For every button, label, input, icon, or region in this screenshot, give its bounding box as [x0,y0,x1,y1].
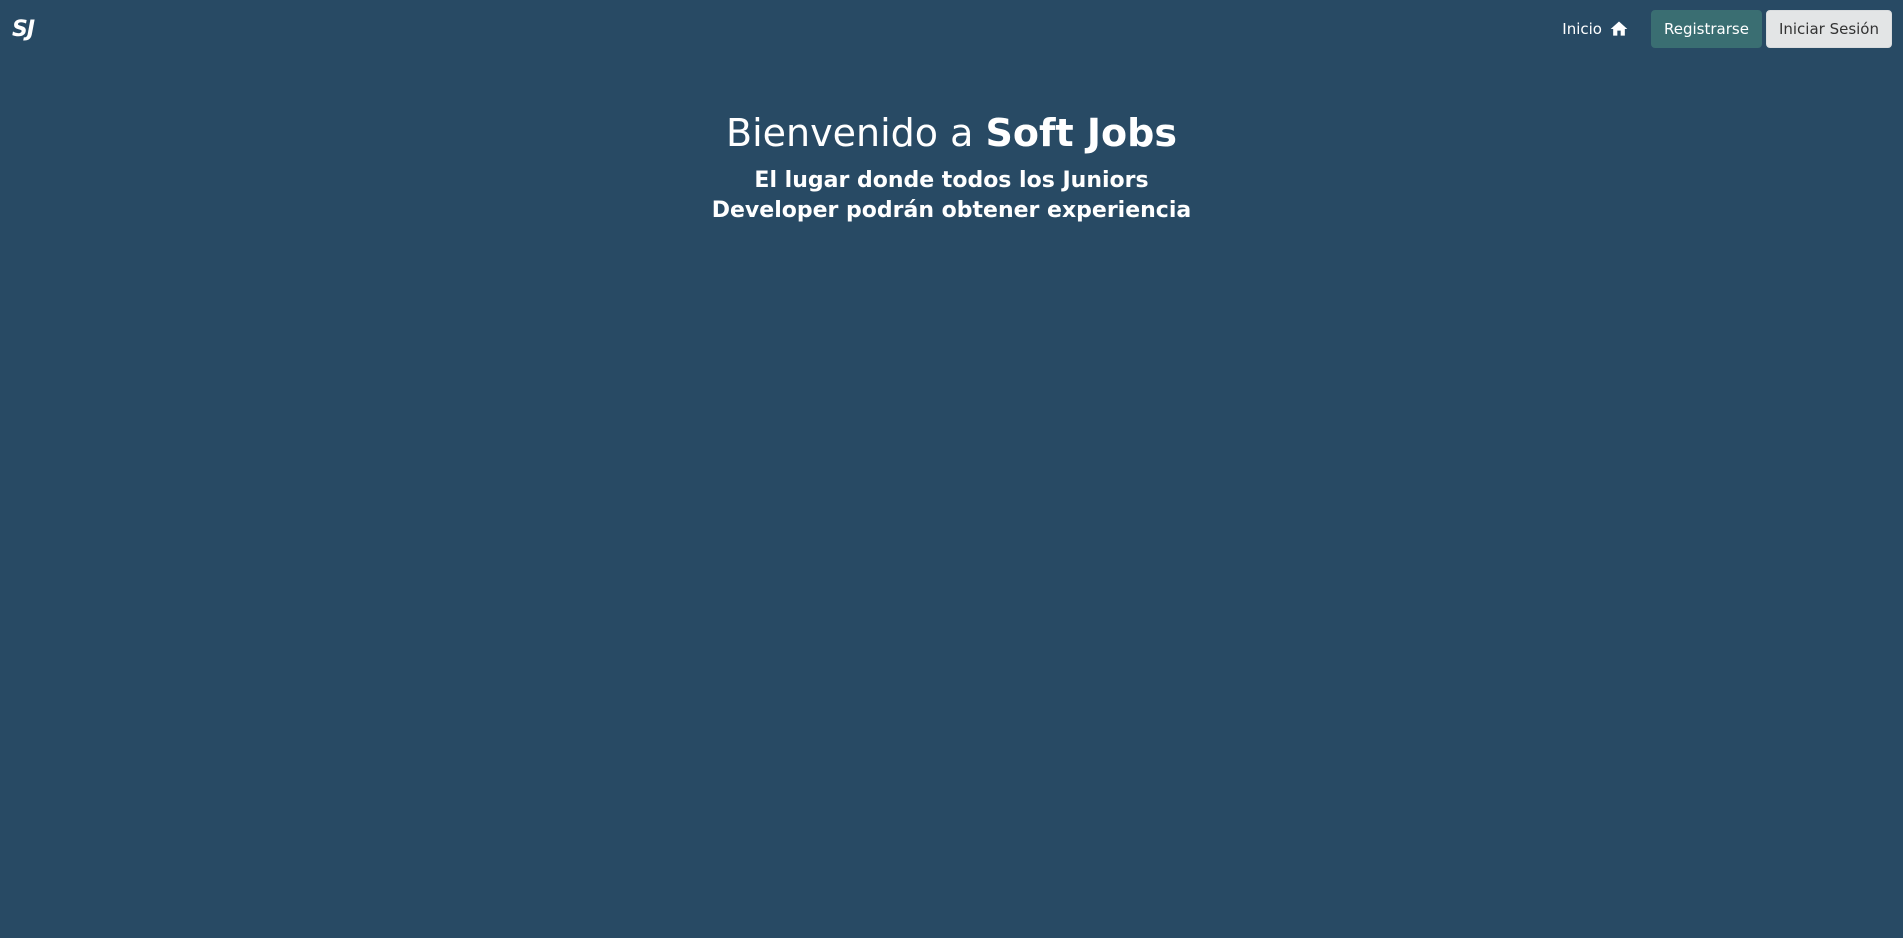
brand-logo[interactable]: SJ [12,17,35,42]
page-title: Bienvenido a Soft Jobs [0,110,1903,156]
top-navbar: SJ Inicio Registrarse Iniciar Sesión [0,0,1903,58]
nav-actions: Inicio Registrarse Iniciar Sesión [1562,10,1892,48]
nav-link-home-label: Inicio [1562,20,1602,38]
nav-link-home[interactable]: Inicio [1562,19,1629,39]
page-title-brand: Soft Jobs [985,111,1177,155]
page-title-prefix: Bienvenido a [726,111,986,155]
page-subtitle: El lugar donde todos los Juniors Develop… [711,168,1192,223]
hero-section: Bienvenido a Soft Jobs El lugar donde to… [0,110,1903,226]
login-button[interactable]: Iniciar Sesión [1765,10,1892,48]
register-button[interactable]: Registrarse [1651,10,1762,48]
home-icon [1609,19,1629,39]
